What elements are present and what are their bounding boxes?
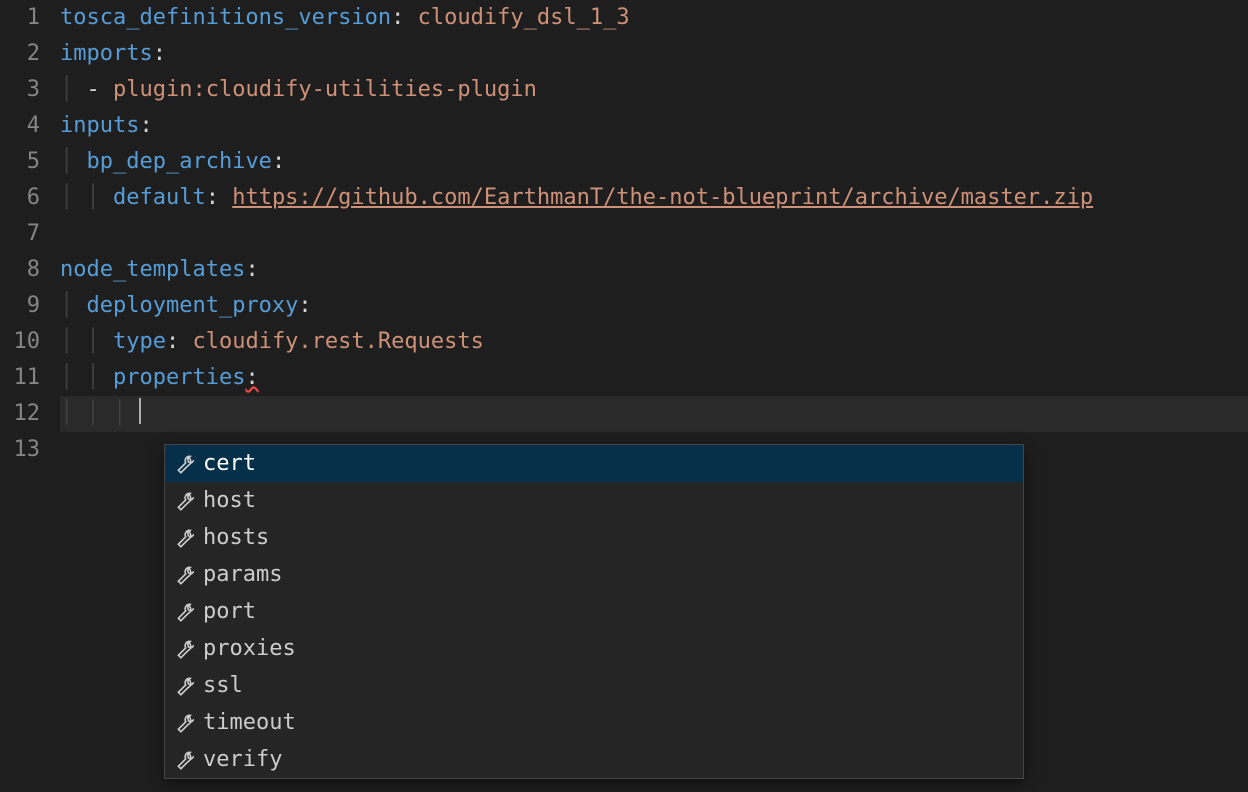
line-number: 12 [0, 396, 40, 432]
yaml-key: bp_dep_archive [87, 149, 272, 174]
line-number: 6 [0, 180, 40, 216]
wrench-icon [173, 638, 195, 660]
wrench-icon [173, 749, 195, 771]
autocomplete-item-label: timeout [203, 705, 296, 741]
colon: : [391, 5, 404, 30]
autocomplete-item-label: proxies [203, 631, 296, 667]
code-line-active[interactable]: │ │ │ [60, 396, 1248, 432]
error-squiggle: : [245, 365, 258, 390]
yaml-key: imports [60, 41, 153, 66]
code-line[interactable]: tosca_definitions_version: cloudify_dsl_… [60, 0, 1248, 36]
text-cursor [139, 398, 141, 424]
code-line[interactable]: │ │ type: cloudify.rest.Requests [60, 324, 1248, 360]
wrench-icon [173, 712, 195, 734]
colon: : [206, 185, 219, 210]
autocomplete-item-label: port [203, 594, 256, 630]
yaml-key: default [113, 185, 206, 210]
wrench-icon [173, 675, 195, 697]
autocomplete-item[interactable]: params [165, 556, 1023, 593]
autocomplete-item-label: host [203, 483, 256, 519]
indent-guide: │ │ [60, 365, 113, 390]
line-number: 5 [0, 144, 40, 180]
colon: : [139, 113, 152, 138]
autocomplete-item[interactable]: hosts [165, 519, 1023, 556]
yaml-key: node_templates [60, 257, 245, 282]
yaml-key: tosca_definitions_version [60, 5, 391, 30]
indent-guide: │ │ [60, 185, 113, 210]
colon: : [245, 257, 258, 282]
line-number: 9 [0, 288, 40, 324]
line-number: 2 [0, 36, 40, 72]
line-number: 10 [0, 324, 40, 360]
autocomplete-item[interactable]: cert [165, 445, 1023, 482]
line-number: 7 [0, 216, 40, 252]
code-line[interactable]: │ bp_dep_archive: [60, 144, 1248, 180]
code-line[interactable]: imports: [60, 36, 1248, 72]
indent-guide: │ [60, 293, 87, 318]
code-line[interactable]: │ │ properties: [60, 360, 1248, 396]
code-line[interactable]: inputs: [60, 108, 1248, 144]
autocomplete-item-label: verify [203, 742, 282, 778]
yaml-key: properties [113, 365, 245, 390]
autocomplete-item[interactable]: ssl [165, 667, 1023, 704]
autocomplete-item-label: hosts [203, 520, 269, 556]
yaml-value: plugin:cloudify-utilities-plugin [113, 77, 537, 102]
autocomplete-item[interactable]: host [165, 482, 1023, 519]
indent-guide: │ │ [60, 329, 113, 354]
line-number: 4 [0, 108, 40, 144]
autocomplete-item[interactable]: verify [165, 741, 1023, 778]
code-line[interactable]: │ - plugin:cloudify-utilities-plugin [60, 72, 1248, 108]
wrench-icon [173, 490, 195, 512]
autocomplete-item[interactable]: timeout [165, 704, 1023, 741]
line-number: 1 [0, 0, 40, 36]
dash: - [87, 77, 114, 102]
line-number: 8 [0, 252, 40, 288]
colon: : [298, 293, 311, 318]
code-line[interactable] [60, 216, 1248, 252]
line-number: 3 [0, 72, 40, 108]
code-line[interactable]: │ │ default: https://github.com/Earthman… [60, 180, 1248, 216]
line-number: 13 [0, 432, 40, 468]
autocomplete-item-label: ssl [203, 668, 243, 704]
code-line[interactable]: node_templates: [60, 252, 1248, 288]
url-link[interactable]: https://github.com/EarthmanT/the-not-blu… [232, 185, 1093, 210]
autocomplete-popup[interactable]: certhosthostsparamsportproxiesssltimeout… [164, 444, 1024, 779]
wrench-icon [173, 601, 195, 623]
wrench-icon [173, 527, 195, 549]
yaml-value: cloudify.rest.Requests [192, 329, 483, 354]
colon: : [166, 329, 179, 354]
yaml-key: inputs [60, 113, 139, 138]
autocomplete-item-label: params [203, 557, 282, 593]
yaml-key: type [113, 329, 166, 354]
indent-guide: │ [60, 149, 87, 174]
colon: : [272, 149, 285, 174]
autocomplete-item[interactable]: proxies [165, 630, 1023, 667]
code-line[interactable]: │ deployment_proxy: [60, 288, 1248, 324]
autocomplete-item[interactable]: port [165, 593, 1023, 630]
wrench-icon [173, 564, 195, 586]
line-number: 11 [0, 360, 40, 396]
yaml-value: cloudify_dsl_1_3 [418, 5, 630, 30]
indent-guide: │ │ │ [60, 401, 139, 426]
wrench-icon [173, 453, 195, 475]
indent-guide: │ [60, 77, 87, 102]
yaml-key: deployment_proxy [87, 293, 299, 318]
colon: : [153, 41, 166, 66]
line-number-gutter: 1 2 3 4 5 6 7 8 9 10 11 12 13 [0, 0, 60, 792]
autocomplete-item-label: cert [203, 446, 256, 482]
